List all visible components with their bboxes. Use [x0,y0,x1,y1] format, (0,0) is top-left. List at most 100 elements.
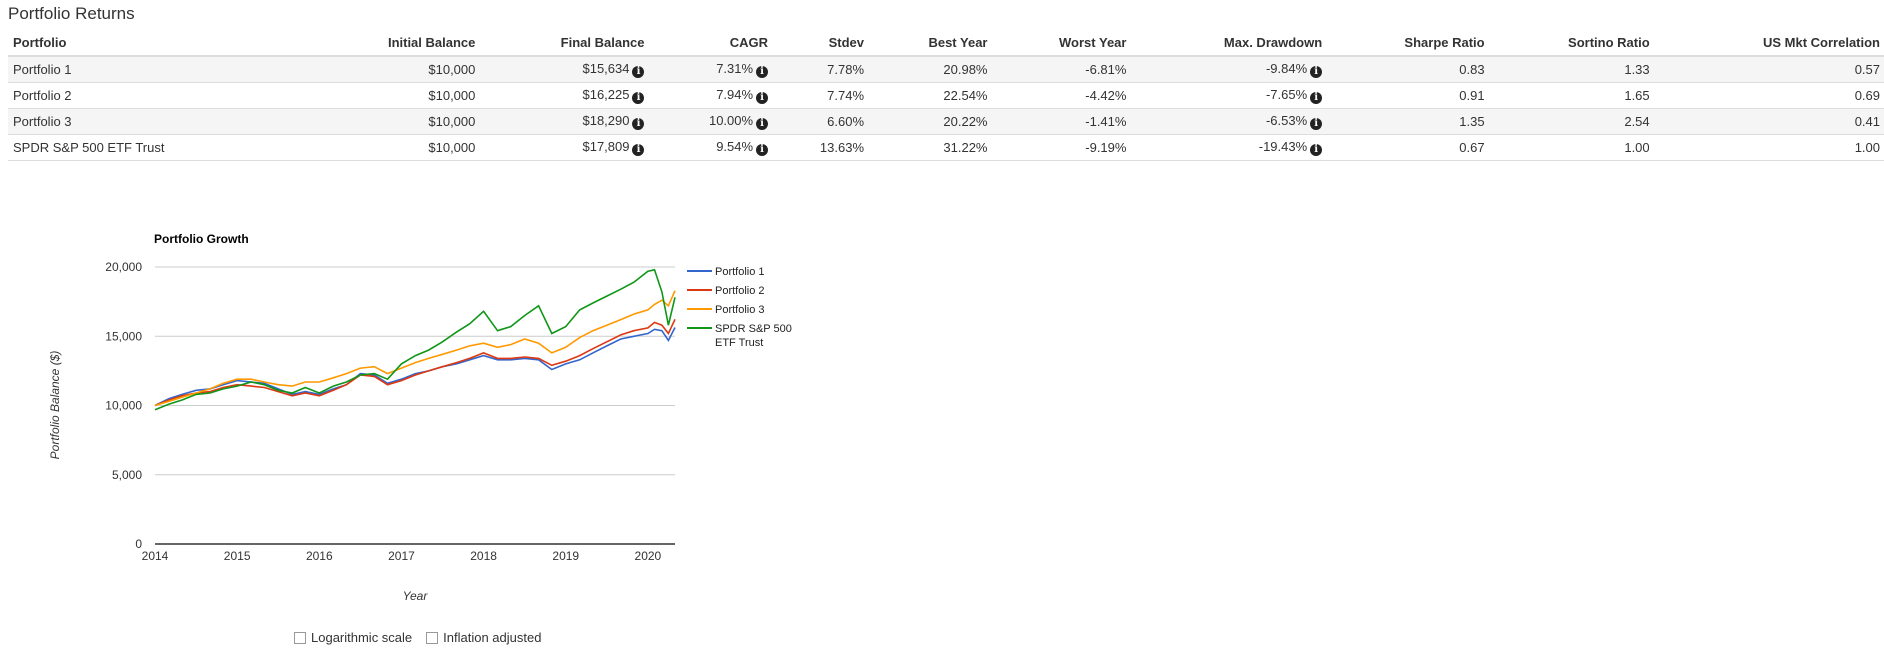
sharpe-ratio: 0.91 [1326,82,1489,109]
series-line-3 [154,290,676,407]
max-drawdown: -6.53% [1265,113,1308,128]
col-worst-year: Worst Year [991,29,1131,57]
drawdown-cell: -19.43% i [1130,134,1327,161]
cagr-cell: 7.94% i [648,82,773,109]
col-final-balance: Final Balance [479,29,649,57]
stdev: 7.78% [772,56,869,83]
col-best-year: Best Year [868,29,992,57]
info-circle-icon[interactable]: i [756,144,769,156]
section-title: Portfolio Returns [8,4,135,23]
x-tick-label: 2017 [388,549,415,563]
best-year: 20.98% [868,56,992,83]
best-year: 22.54% [868,82,992,109]
col-stdev: Stdev [772,29,869,57]
info-circle-icon[interactable]: i [756,66,769,78]
stdev: 7.74% [772,82,869,109]
log-scale-label: Logarithmic scale [311,630,413,645]
stdev: 13.63% [772,134,869,161]
legend-label: Portfolio 1 [715,266,765,278]
inflation-label: Inflation adjusted [443,630,542,645]
cagr: 7.31% [716,61,754,76]
sortino-ratio: 1.33 [1488,56,1654,83]
col-max-drawdown: Max. Drawdown [1130,29,1327,57]
info-circle-icon[interactable]: i [1310,144,1323,156]
legend-label: Portfolio 2 [715,285,765,297]
portfolio-name: SPDR S&P 500 ETF Trust [8,134,304,161]
cagr-cell: 9.54% i [648,134,773,161]
x-tick-label: 2016 [306,549,333,563]
legend-label: SPDR S&P 500 [715,323,792,335]
inflation-option[interactable]: Inflation adjusted [426,630,541,645]
final-balance-cell: $17,809 i [479,134,649,161]
sharpe-ratio: 1.35 [1326,108,1489,135]
y-tick-label: 20,000 [105,260,142,274]
sharpe-ratio: 0.83 [1326,56,1489,83]
col-cagr: CAGR [648,29,773,57]
final-balance-cell: $15,634 i [479,56,649,83]
best-year: 20.22% [868,108,992,135]
chart-title: Portfolio Growth [154,232,249,246]
cagr: 9.54% [716,139,754,154]
cagr: 10.00% [708,113,754,128]
col-us-mkt-correlation: US Mkt Correlation [1653,29,1884,57]
info-circle-icon[interactable]: i [756,118,769,130]
final-balance: $17,809 [582,139,630,154]
info-circle-icon[interactable]: i [632,66,645,78]
x-axis-label: Year [403,589,429,603]
sortino-ratio: 1.00 [1488,134,1654,161]
info-circle-icon[interactable]: i [632,118,645,130]
final-balance-cell: $18,290 i [479,108,649,135]
series-line-4 [154,268,676,411]
initial-balance: $10,000 [303,56,480,83]
inflation-checkbox[interactable] [426,631,439,644]
chart-options: Logarithmic scale Inflation adjusted [294,630,541,645]
x-tick-label: 2015 [224,549,251,563]
portfolio-name: Portfolio 1 [8,56,304,83]
final-balance: $16,225 [582,87,630,102]
sortino-ratio: 1.65 [1488,82,1654,109]
info-circle-icon[interactable]: i [632,144,645,156]
legend-label-continued: ETF Trust [715,337,763,349]
log-scale-option[interactable]: Logarithmic scale [294,630,412,645]
max-drawdown: -9.84% [1265,61,1308,76]
log-scale-checkbox[interactable] [294,631,306,644]
info-circle-icon[interactable]: i [632,92,645,104]
drawdown-cell: -7.65% i [1130,82,1327,109]
portfolio-growth-chart: Portfolio Growth 0 5,000 10,000 15,000 20,000… [0,215,820,655]
cagr-cell: 7.31% i [648,56,773,83]
x-tick-label: 2018 [470,549,497,563]
max-drawdown: -7.65% [1265,87,1308,102]
worst-year: -6.81% [991,56,1131,83]
info-circle-icon[interactable]: i [1310,66,1323,78]
info-circle-icon[interactable]: i [1310,118,1323,130]
final-balance-cell: $16,225 i [479,82,649,109]
stdev: 6.60% [772,108,869,135]
initial-balance: $10,000 [303,108,480,135]
initial-balance: $10,000 [303,82,480,109]
col-sharpe-ratio: Sharpe Ratio [1326,29,1489,57]
y-axis-label: Portfolio Balance ($) [48,351,62,460]
us-mkt-correlation: 0.57 [1653,56,1884,83]
worst-year: -9.19% [991,134,1131,161]
x-tick-label: 2014 [142,549,169,563]
initial-balance: $10,000 [303,134,480,161]
info-circle-icon[interactable]: i [756,92,769,104]
x-tick-label: 2019 [552,549,579,563]
portfolio-name: Portfolio 3 [8,108,304,135]
table-header-row: Portfolio Initial Balance Final Balance … [8,29,1884,57]
best-year: 31.22% [868,134,992,161]
cagr-cell: 10.00% i [648,108,773,135]
us-mkt-correlation: 0.41 [1653,108,1884,135]
drawdown-cell: -9.84% i [1130,56,1327,83]
y-tick-label: 15,000 [105,329,142,343]
info-circle-icon[interactable]: i [1310,92,1323,104]
us-mkt-correlation: 1.00 [1653,134,1884,161]
chart-svg: Portfolio Growth05,00010,00015,00020,000… [48,232,792,603]
sortino-ratio: 2.54 [1488,108,1654,135]
cagr: 7.94% [716,87,754,102]
us-mkt-correlation: 0.69 [1653,82,1884,109]
col-initial-balance: Initial Balance [303,29,480,57]
series-line-1 [154,327,676,407]
final-balance: $18,290 [582,113,630,128]
table-row: Portfolio 1 $10,000 $15,634 i 7.31% i 7.78… [8,56,1884,83]
